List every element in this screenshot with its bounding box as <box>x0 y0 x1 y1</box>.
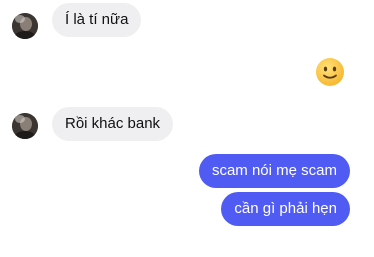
message-text: Rồi khác bank <box>65 115 161 132</box>
incoming-message[interactable]: Rồi khác bank <box>52 107 174 141</box>
message-text: Í là tí nữa <box>65 11 129 28</box>
message-text: scam nói mẹ scam <box>211 162 337 179</box>
avatar-photo-icon <box>12 113 38 139</box>
avatar-photo-icon <box>12 13 38 39</box>
contact-avatar[interactable] <box>12 113 38 139</box>
slightly-smiling-face-icon[interactable] <box>315 57 345 87</box>
outgoing-message[interactable]: cần gì phải hẹn <box>221 192 350 226</box>
outgoing-message[interactable]: scam nói mẹ scam <box>198 154 350 188</box>
message-text: cần gì phải hẹn <box>234 200 337 217</box>
contact-avatar[interactable] <box>12 13 38 39</box>
chat-thread: Í là tí nữa Rồi khác bank scam nói mẹ sc… <box>0 0 374 257</box>
incoming-message[interactable]: Í là tí nữa <box>52 3 142 37</box>
